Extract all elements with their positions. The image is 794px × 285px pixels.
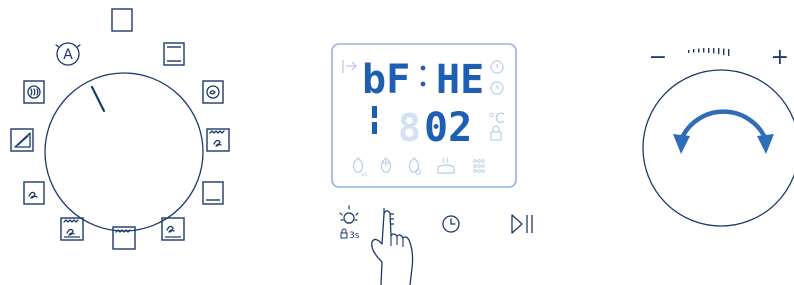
svg-text:vc: vc — [361, 171, 368, 178]
defrost-icon[interactable] — [23, 80, 45, 104]
mode-dial[interactable] — [44, 72, 204, 232]
auto-programs-icon[interactable]: A — [55, 42, 81, 66]
bottom-top-heat-icon[interactable] — [163, 42, 185, 66]
auto-letter: A — [63, 47, 73, 63]
temperature-knob[interactable] — [642, 69, 794, 227]
display-top-right: HE — [436, 57, 484, 103]
off-mode-icon[interactable] — [111, 8, 133, 32]
minus-label: − — [649, 45, 667, 70]
rotate-arrow-icon — [673, 109, 774, 154]
display-top-left: bF — [362, 57, 410, 103]
fan-bottom-heat-icon[interactable] — [161, 217, 185, 241]
colon-dot-top — [420, 65, 426, 71]
start-pause-button[interactable] — [511, 214, 533, 234]
pizza-icon[interactable] — [10, 128, 34, 152]
temperature-scale-dots — [688, 48, 730, 56]
light-button-label: 3s — [349, 231, 360, 241]
fan-only-icon[interactable] — [23, 181, 45, 205]
display-bottom-digits: 02 — [424, 105, 472, 151]
light-button[interactable]: 3s — [339, 205, 360, 241]
clock-button[interactable] — [442, 215, 460, 233]
oven-control-panel-diagram: A bF HE 8 02 °C vc 3s − + — [10, 8, 794, 285]
plus-label: + — [771, 45, 789, 70]
lcd-display: bF HE 8 02 °C vc — [331, 43, 517, 188]
top-heat-icon[interactable] — [202, 181, 224, 205]
hot-air-fan-icon[interactable] — [202, 80, 224, 104]
grill-fan-icon[interactable] — [206, 128, 230, 152]
colon-dot-bottom — [420, 81, 426, 87]
clock-icon — [442, 215, 460, 233]
display-inactive-digit: 8 — [398, 106, 421, 150]
temperature-unit: °C — [488, 111, 505, 127]
lock-small-icon — [340, 228, 348, 239]
start-pause-icon — [511, 214, 533, 234]
hand-pointer-icon — [371, 210, 414, 285]
fan-grill-bottom-icon[interactable] — [60, 217, 84, 241]
lamp-icon — [339, 205, 359, 224]
